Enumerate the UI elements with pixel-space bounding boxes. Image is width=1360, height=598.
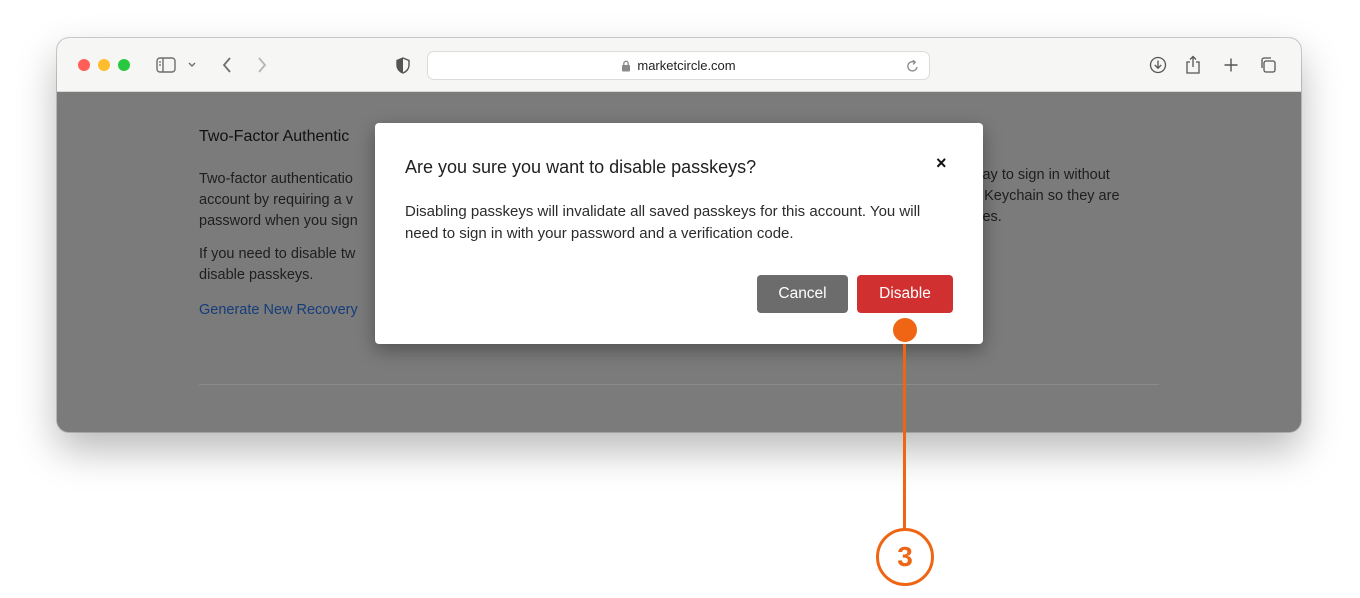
- url-text: marketcircle.com: [637, 58, 736, 73]
- section-text-line: If you need to disable tw: [199, 246, 356, 262]
- generate-recovery-link[interactable]: Generate New Recovery: [199, 302, 358, 318]
- browser-toolbar: marketcircle.com: [57, 38, 1301, 92]
- dialog-message: Disabling passkeys will invalidate all s…: [405, 203, 921, 242]
- forward-icon[interactable]: [254, 52, 270, 78]
- section-text-line: d Keychain so they are: [972, 188, 1120, 204]
- share-icon[interactable]: [1183, 52, 1203, 78]
- sidebar-icon[interactable]: [155, 52, 177, 78]
- download-icon[interactable]: [1148, 52, 1168, 78]
- section-text-line: disable passkeys.: [199, 267, 314, 283]
- lock-icon: [621, 60, 631, 72]
- reload-icon[interactable]: [906, 59, 919, 76]
- section-text-line: Two-factor authenticatio: [199, 171, 353, 187]
- address-bar[interactable]: marketcircle.com: [427, 51, 930, 80]
- tabs-overview-icon[interactable]: [1258, 52, 1278, 78]
- new-tab-icon[interactable]: [1221, 52, 1241, 78]
- chevron-down-icon[interactable]: [186, 52, 198, 78]
- back-icon[interactable]: [219, 52, 235, 78]
- cancel-button[interactable]: Cancel: [757, 275, 848, 313]
- section-heading: Two-Factor Authentic: [199, 128, 350, 145]
- minimize-window-button[interactable]: [98, 59, 110, 71]
- annotation-connector: [903, 330, 906, 530]
- step-number-badge: 3: [876, 528, 934, 586]
- shield-icon[interactable]: [395, 52, 411, 78]
- disable-button[interactable]: Disable: [857, 275, 953, 313]
- close-icon[interactable]: ×: [936, 153, 947, 174]
- zoom-window-button[interactable]: [118, 59, 130, 71]
- dialog-title: Are you sure you want to disable passkey…: [405, 157, 757, 177]
- close-window-button[interactable]: [78, 59, 90, 71]
- disable-passkeys-dialog: Are you sure you want to disable passkey…: [375, 123, 983, 344]
- section-text-line: account by requiring a v: [199, 192, 353, 208]
- annotation-pointer: [891, 316, 919, 344]
- section-divider: [199, 384, 1159, 385]
- section-text-line: password when you sign: [199, 213, 358, 229]
- section-text-line: way to sign in without: [972, 167, 1110, 183]
